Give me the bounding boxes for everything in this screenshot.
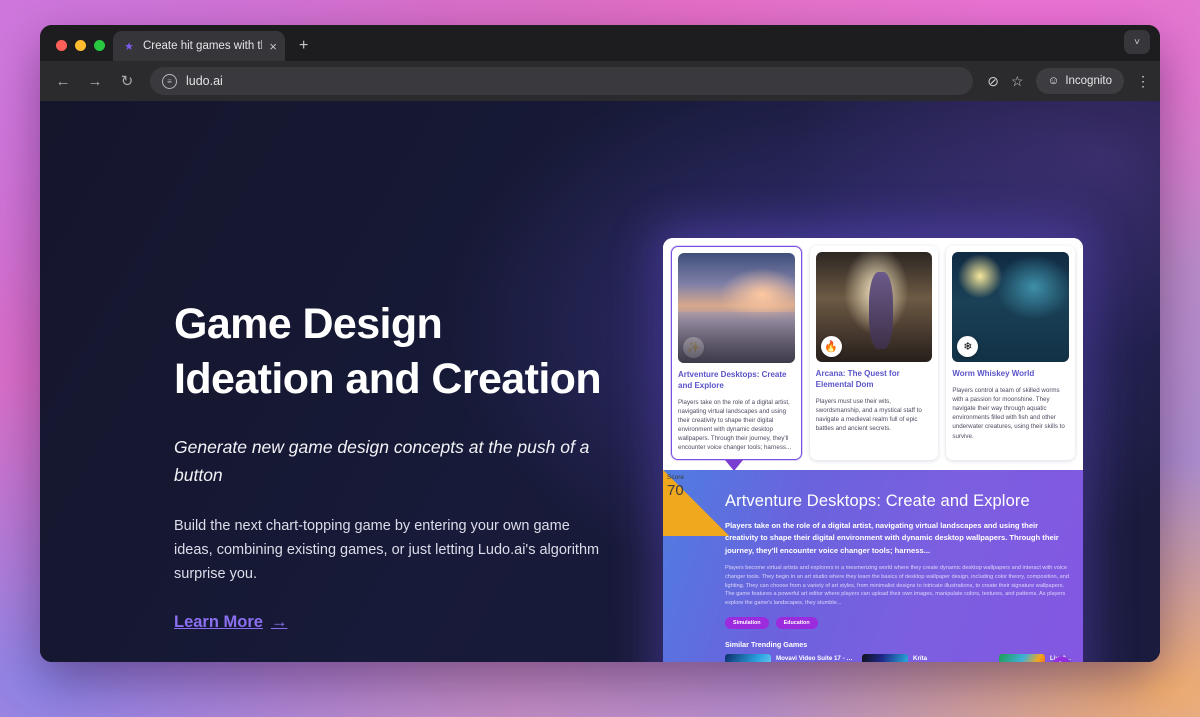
incognito-icon: ☺ (1047, 75, 1060, 87)
score-label: Score (667, 474, 684, 481)
game-thumbnail: ❄ (952, 252, 1070, 362)
browser-window: ★ Create hit games with the po × + ˅ ← →… (40, 25, 1160, 662)
tag-list: Simulation Education (725, 617, 1069, 630)
score-value: 70 (667, 482, 684, 499)
reload-button[interactable]: ↻ (118, 72, 136, 90)
list-item[interactable]: Movavi Video Suite 17 - Vide... Movavi S… (725, 654, 855, 662)
hide-icon[interactable]: ⊘ (987, 73, 999, 90)
game-card[interactable]: ✨ Artventure Desktops: Create and Explor… (671, 246, 802, 460)
game-card-description: Players must use their wits, swordsmansh… (815, 397, 922, 433)
maximize-window-button[interactable] (94, 40, 105, 51)
game-card-description: Players take on the role of a digital ar… (678, 398, 792, 452)
hero-body-text: Build the next chart-topping game by ent… (174, 517, 600, 582)
game-card-description: Players control a team of skilled worms … (952, 386, 1065, 440)
back-button[interactable]: ← (54, 73, 72, 90)
game-card[interactable]: ❄ Worm Whiskey World Players control a t… (946, 246, 1076, 460)
browser-menu-icon[interactable]: ⋮ (1136, 73, 1150, 90)
sparkle-icon: ✨ (683, 337, 704, 358)
close-window-button[interactable] (56, 40, 67, 51)
score-badge: Score 70 (663, 470, 729, 536)
ludo-logo-icon: ★ (124, 40, 134, 53)
detail-title: Artventure Desktops: Create and Explore (725, 492, 1030, 510)
list-item[interactable]: Live2... Pauo S... #1521 ↓ -12.3 (999, 654, 1083, 662)
trending-games-row: Movavi Video Suite 17 - Vide... Movavi S… (725, 654, 1071, 662)
forward-button[interactable]: → (86, 73, 104, 90)
learn-more-label: Learn More (174, 612, 263, 631)
incognito-badge[interactable]: ☺ Incognito (1035, 68, 1124, 94)
snowflake-icon: ❄ (957, 336, 979, 357)
learn-more-link[interactable]: Learn More → (174, 613, 287, 632)
list-item[interactable]: Krita Krita Team #822 ↓ -2.0 All (862, 654, 992, 662)
game-card-title: Artventure Desktops: Create and Explore (678, 370, 787, 390)
arrow-right-icon: → (270, 612, 288, 631)
incognito-label: Incognito (1065, 75, 1112, 87)
page-settings-icon[interactable]: ≡ (162, 73, 177, 89)
game-cards-row: ✨ Artventure Desktops: Create and Explor… (663, 238, 1083, 471)
app-preview-panel: ✨ Artventure Desktops: Create and Explor… (663, 238, 1083, 662)
trending-section-title: Similar Trending Games (725, 640, 808, 650)
page-title: Game Design Ideation and Creation (174, 300, 602, 404)
game-card-title: Worm Whiskey World (952, 369, 1035, 378)
browser-tab[interactable]: ★ Create hit games with the po × (113, 31, 285, 61)
address-bar-url: ludo.ai (186, 74, 223, 88)
game-detail-panel: Score 70 Artventure Desktops: Create and… (663, 470, 1083, 662)
game-card[interactable]: 🔥 Arcana: The Quest for Elemental Dom Pl… (809, 246, 939, 460)
page-content: Game Design Ideation and Creation Genera… (40, 101, 1160, 662)
game-thumbnail: 🔥 (815, 252, 933, 362)
tab-title: Create hit games with the po (143, 40, 262, 52)
browser-toolbar: ← → ↻ ≡ ludo.ai ⊘ ☆ ☺ Incognito ⋮ (40, 61, 1160, 101)
window-traffic-lights (52, 40, 113, 61)
bookmark-icon[interactable]: ☆ (1011, 73, 1024, 90)
game-thumbnail: ✨ (678, 253, 795, 363)
list-item-name: Krita (913, 654, 928, 662)
minimize-window-button[interactable] (75, 40, 86, 51)
tag-chip[interactable]: Education (775, 617, 818, 630)
chevron-down-icon[interactable]: ˅ (1124, 30, 1150, 54)
hero-section: Game Design Ideation and Creation Genera… (174, 297, 604, 632)
address-bar[interactable]: ≡ ludo.ai (150, 67, 974, 95)
detail-long-text: Players become virtual artists and explo… (725, 564, 1070, 607)
tag-chip[interactable]: Simulation (725, 617, 769, 630)
detail-lead-text: Players take on the role of a digital ar… (725, 521, 1059, 555)
fire-icon: 🔥 (820, 336, 842, 357)
list-item-name: Movavi Video Suite 17 - Vide... (776, 654, 855, 662)
new-tab-button[interactable]: + (299, 37, 308, 55)
tab-strip: ★ Create hit games with the po × + ˅ (40, 25, 1160, 61)
hero-subtitle: Generate new game design concepts at the… (174, 437, 590, 486)
game-icon (862, 654, 908, 662)
close-icon[interactable]: × (269, 40, 277, 53)
toolbar-actions: ⊘ ☆ ☺ Incognito ⋮ (987, 68, 1150, 94)
game-icon (725, 654, 771, 662)
game-card-title: Arcana: The Quest for Elemental Dom (815, 369, 900, 389)
game-icon (999, 654, 1045, 662)
